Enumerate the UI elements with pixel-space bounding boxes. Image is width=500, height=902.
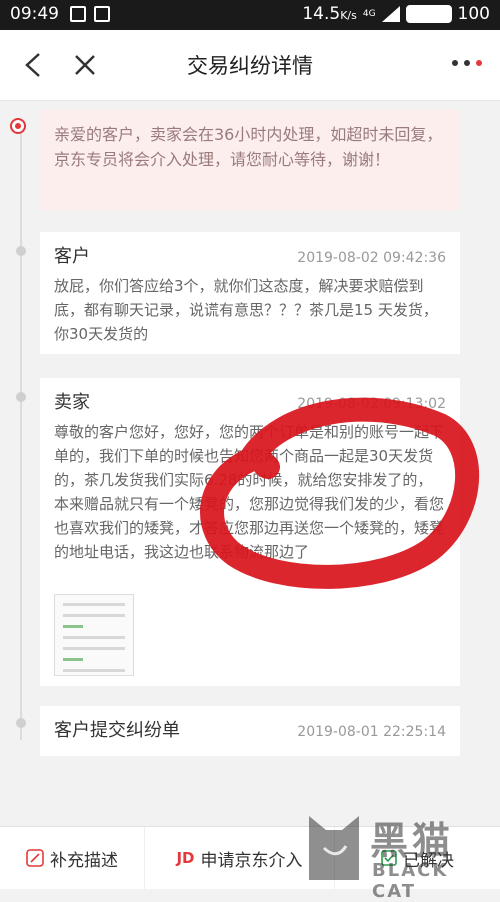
battery-icon [405, 5, 452, 23]
supplement-button[interactable]: 补充描述 [0, 827, 145, 889]
message-author: 客户提交纠纷单 [54, 720, 180, 741]
notice-banner: 亲爱的客户，卖家会在36小时内处理，如超时未回复，京东专员将会介入处理，请您耐心… [40, 110, 460, 210]
watermark-cn: 黑猫 [370, 819, 455, 863]
timeline-dot [16, 718, 26, 728]
message-time: 2019-08-01 22:25:14 [297, 724, 446, 740]
status-bar: 09:49 14.5K/s 4G 100 [0, 0, 500, 30]
timeline-dot [16, 392, 26, 402]
message-text: 尊敬的客户您好，您好，您的两个订单是和别的账号一起下单的，我们下单的时候也告知您… [54, 423, 445, 561]
message-text: 放屁，你们答应给3个，就你们这态度，解决要求赔偿到底，都有聊天记录，说谎有意思？… [54, 277, 438, 343]
cat-logo-icon [309, 816, 359, 880]
attachment-thumbnail[interactable] [54, 594, 134, 676]
nav-bar: 交易纠纷详情 [0, 30, 500, 101]
message-time: 2019-08-02 09:42:36 [297, 250, 446, 266]
network-speed: 14.5K/s [302, 4, 357, 24]
more-button[interactable] [452, 60, 482, 66]
signal-icon [381, 6, 400, 22]
battery-level: 100 [457, 4, 490, 24]
message-time: 2019-08-02 09:13:02 [297, 396, 446, 412]
page-title: 交易纠纷详情 [187, 54, 313, 78]
timeline-dot [16, 246, 26, 256]
network-type: 4G [362, 9, 376, 19]
image-icon [94, 6, 110, 22]
status-time: 09:49 [10, 4, 59, 24]
message-card: 卖家 2019-08-02 09:13:02 尊敬的客户您好，您好，您的两个订单… [40, 378, 460, 686]
watermark: 黑猫 BLACK CAT [304, 808, 494, 902]
message-card: 客户 2019-08-02 09:42:36 放屁，你们答应给3个，就你们这态度… [40, 232, 460, 354]
jd-logo: JD [176, 849, 195, 867]
watermark-en: BLACK CAT [372, 860, 449, 902]
notification-icon [70, 6, 86, 22]
message-author: 客户 [54, 246, 90, 267]
edit-icon [26, 849, 44, 867]
message-author: 卖家 [54, 392, 90, 413]
timeline-dot-active [10, 118, 26, 134]
notice-text: 亲爱的客户，卖家会在36小时内处理，如超时未回复，京东专员将会介入处理，请您耐心… [54, 125, 443, 169]
message-card: 客户提交纠纷单 2019-08-01 22:25:14 [40, 706, 460, 756]
timeline-line [20, 120, 22, 740]
